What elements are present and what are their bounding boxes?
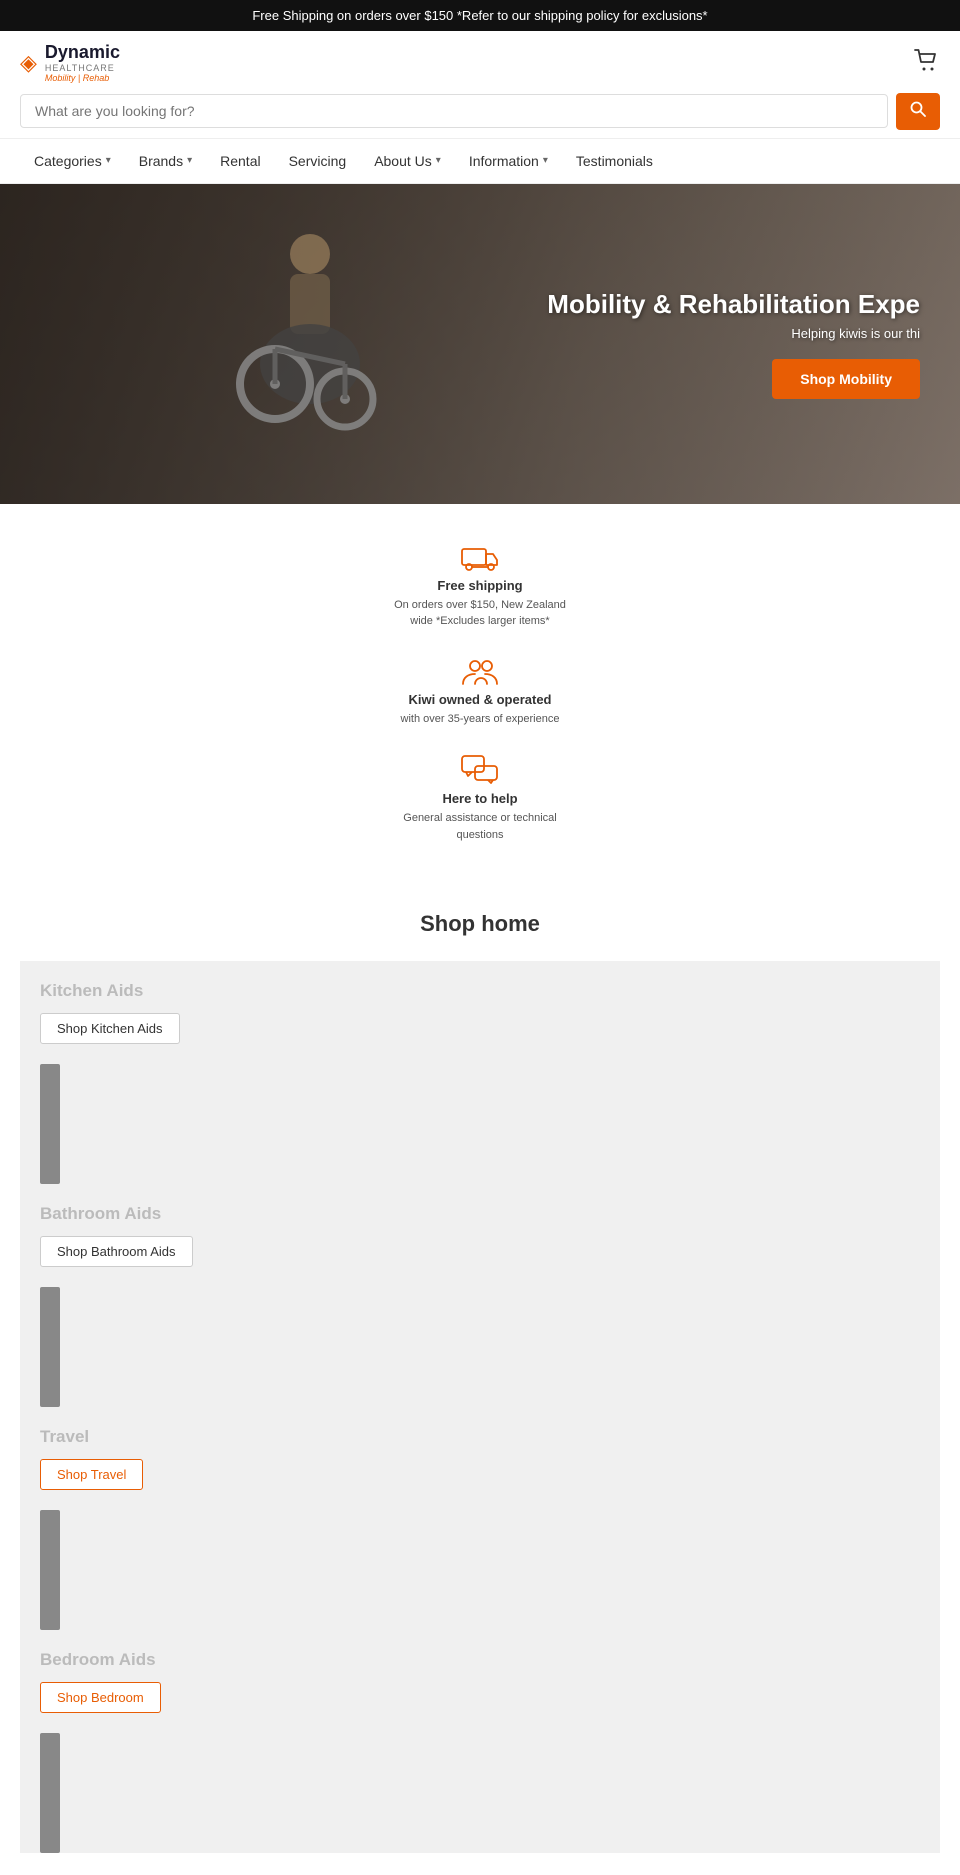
chevron-down-icon: ▾: [543, 155, 548, 166]
search-input[interactable]: [20, 94, 888, 128]
shop-kitchen-aids-button[interactable]: Shop Kitchen Aids: [40, 1013, 180, 1044]
shop-category-travel: Travel Shop Travel: [20, 1407, 940, 1630]
nav-item-rental[interactable]: Rental: [206, 139, 274, 183]
travel-image: [40, 1510, 60, 1630]
hero-subtitle: Helping kiwis is our thi: [547, 326, 920, 341]
logo-sub-text: HEALTHCARE: [45, 63, 120, 73]
features-section: Free shipping On orders over $150, New Z…: [370, 504, 590, 892]
feature-free-shipping: Free shipping On orders over $150, New Z…: [390, 544, 570, 630]
nav-item-servicing[interactable]: Servicing: [275, 139, 361, 183]
shop-travel-button[interactable]: Shop Travel: [40, 1459, 143, 1490]
feature-kiwi-owned: Kiwi owned & operated with over 35-years…: [390, 658, 570, 728]
feature-here-to-help: Here to help General assistance or techn…: [390, 755, 570, 843]
logo[interactable]: ◈ Dynamic HEALTHCARE Mobility | Rehab: [20, 43, 120, 83]
top-banner: Free Shipping on orders over $150 *Refer…: [0, 0, 960, 31]
feature-kiwi-owned-desc: with over 35-years of experience: [390, 711, 570, 728]
chevron-down-icon: ▾: [187, 155, 192, 166]
bedroom-aids-label: Bedroom Aids: [40, 1650, 920, 1670]
header: ◈ Dynamic HEALTHCARE Mobility | Rehab: [0, 31, 960, 139]
shop-category-kitchen-aids: Kitchen Aids Shop Kitchen Aids: [20, 961, 940, 1184]
nav-item-brands[interactable]: Brands ▾: [125, 139, 206, 183]
navbar: Categories ▾ Brands ▾ Rental Servicing A…: [0, 139, 960, 184]
bathroom-aids-image: [40, 1287, 60, 1407]
bathroom-aids-label: Bathroom Aids: [40, 1204, 920, 1224]
feature-help-title: Here to help: [390, 791, 570, 806]
feature-help-desc: General assistance or technical question…: [390, 810, 570, 843]
chevron-down-icon: ▾: [106, 155, 111, 166]
logo-icon: ◈: [20, 50, 37, 76]
shop-bathroom-aids-button[interactable]: Shop Bathroom Aids: [40, 1236, 193, 1267]
hero-shop-mobility-button[interactable]: Shop Mobility: [772, 359, 920, 399]
shop-category-bathroom-aids: Bathroom Aids Shop Bathroom Aids: [20, 1184, 940, 1407]
chevron-down-icon: ▾: [436, 155, 441, 166]
nav-item-about-us[interactable]: About Us ▾: [360, 139, 455, 183]
feature-free-shipping-desc: On orders over $150, New Zealand wide *E…: [390, 597, 570, 630]
shop-category-bedroom-aids: Bedroom Aids Shop Bedroom: [20, 1630, 940, 1853]
shop-home-section: Shop home Kitchen Aids Shop Kitchen Aids…: [0, 891, 960, 1853]
nav-item-information[interactable]: Information ▾: [455, 139, 562, 183]
nav-item-testimonials[interactable]: Testimonials: [562, 139, 667, 183]
shop-home-title: Shop home: [20, 911, 940, 937]
hero-content: Mobility & Rehabilitation Expe Helping k…: [547, 289, 920, 399]
chat-icon: [461, 755, 499, 785]
kitchen-aids-label: Kitchen Aids: [40, 981, 920, 1001]
hero-banner: Mobility & Rehabilitation Expe Helping k…: [0, 184, 960, 504]
logo-tagline: Mobility | Rehab: [45, 73, 120, 83]
bedroom-aids-image: [40, 1733, 60, 1853]
travel-label: Travel: [40, 1427, 920, 1447]
truck-icon: [461, 544, 499, 572]
feature-kiwi-owned-title: Kiwi owned & operated: [390, 692, 570, 707]
kitchen-aids-image: [40, 1064, 60, 1184]
shop-bedroom-button[interactable]: Shop Bedroom: [40, 1682, 161, 1713]
logo-main-text: Dynamic: [45, 43, 120, 63]
users-icon: [461, 658, 499, 686]
banner-text: Free Shipping on orders over $150 *Refer…: [252, 8, 707, 23]
nav-item-categories[interactable]: Categories ▾: [20, 139, 125, 183]
cart-icon[interactable]: [914, 49, 940, 77]
feature-free-shipping-title: Free shipping: [390, 578, 570, 593]
hero-title: Mobility & Rehabilitation Expe: [547, 289, 920, 320]
search-button[interactable]: [896, 93, 940, 130]
